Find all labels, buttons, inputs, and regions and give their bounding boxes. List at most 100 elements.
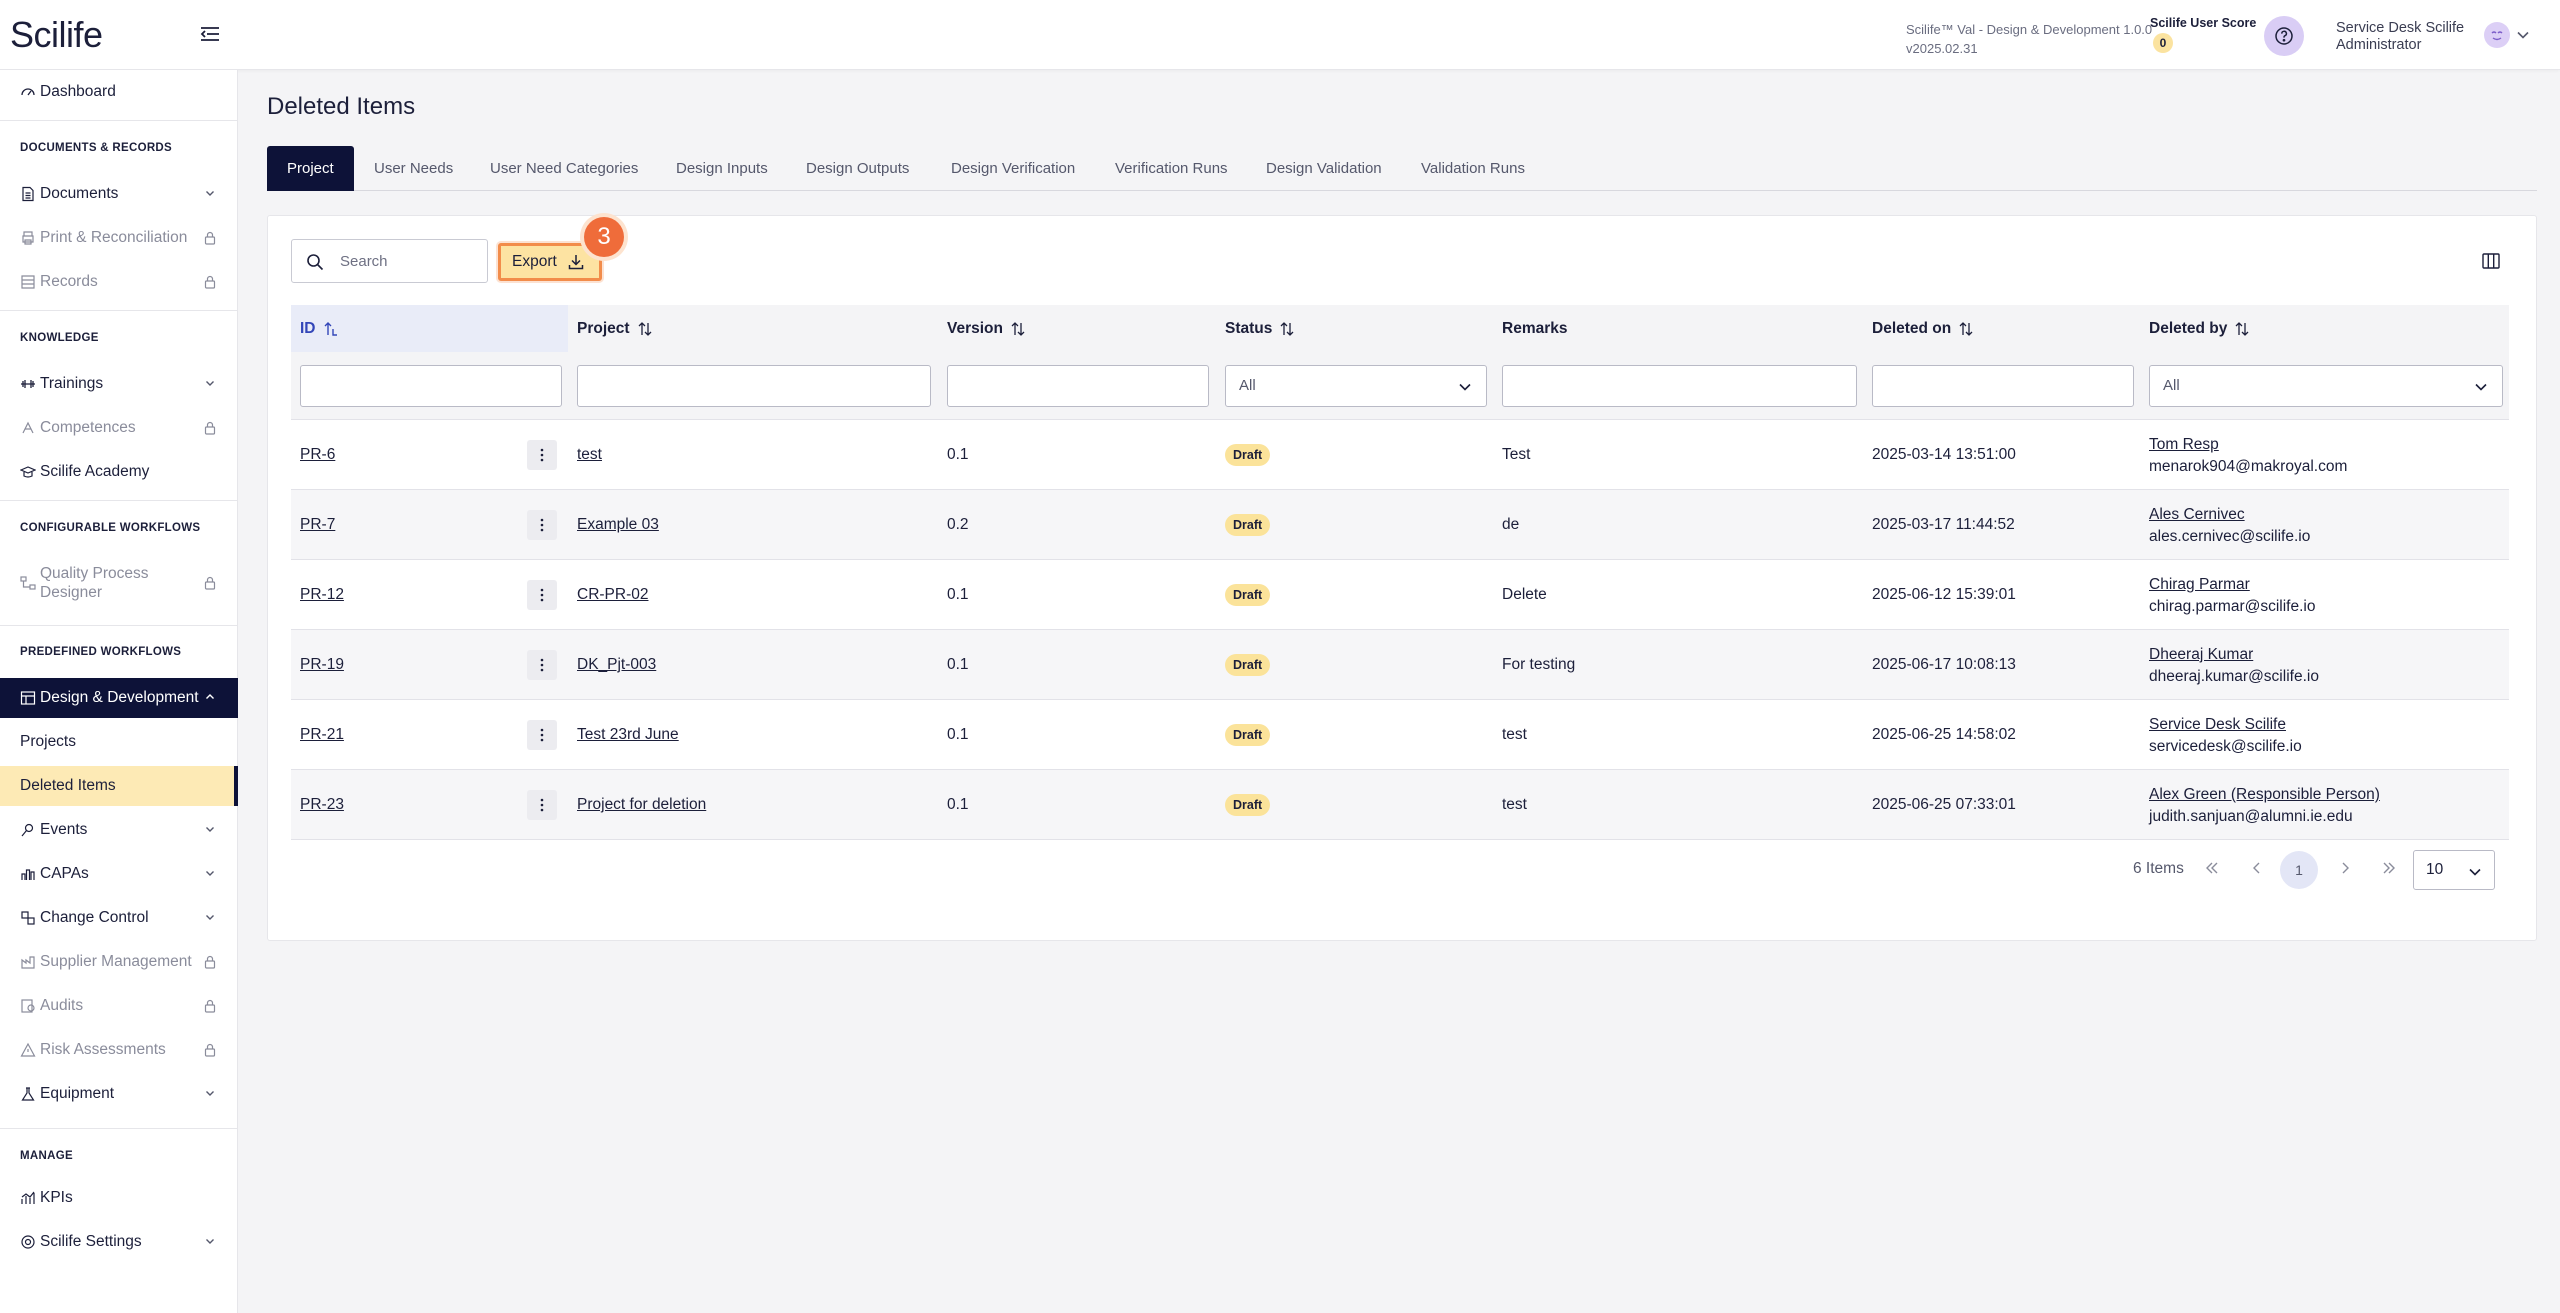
sidebar-item-design-development[interactable]: Design & Development: [0, 678, 238, 718]
filter-remarks-input[interactable]: [1502, 365, 1857, 407]
sidebar-item-deleted-items[interactable]: Deleted Items: [0, 766, 238, 806]
sidebar-item-events[interactable]: Events: [0, 810, 238, 850]
row-deleted-by: Chirag Parmar chirag.parmar@scilife.io: [2149, 574, 2315, 618]
row-id-link[interactable]: PR-12: [300, 560, 344, 630]
sidebar-item-audits[interactable]: Audits: [0, 986, 238, 1026]
chevron-down-icon: [206, 1091, 214, 1096]
sidebar-item-supplier-management[interactable]: Supplier Management: [0, 942, 238, 982]
tab-user-needs[interactable]: User Needs: [374, 146, 453, 191]
user-menu[interactable]: Service Desk Scilife Administrator: [2336, 20, 2464, 54]
row-id-link[interactable]: PR-19: [300, 630, 344, 700]
filter-id-input[interactable]: [300, 365, 562, 407]
tab-design-validation[interactable]: Design Validation: [1266, 146, 1382, 191]
tab-validation-runs[interactable]: Validation Runs: [1421, 146, 1525, 191]
deleted-by-name-link[interactable]: Dheeraj Kumar: [2149, 644, 2319, 666]
tab-verification-runs[interactable]: Verification Runs: [1115, 146, 1228, 191]
column-header-version[interactable]: Version: [947, 320, 1026, 338]
sidebar-item-equipment[interactable]: Equipment: [0, 1074, 238, 1114]
tab-design-inputs[interactable]: Design Inputs: [676, 146, 768, 191]
chevron-down-icon[interactable]: [2516, 28, 2530, 42]
tab-user-need-categories[interactable]: User Need Categories: [490, 146, 638, 191]
help-button[interactable]: [2264, 16, 2304, 56]
design-icon: [20, 691, 36, 705]
status-badge: Draft: [1225, 794, 1271, 816]
tab-project[interactable]: Project: [267, 146, 354, 191]
sidebar-item-documents[interactable]: Documents: [0, 174, 238, 214]
chevron-down-icon: [206, 871, 214, 876]
table-row: PR-19 DK_Pjt-003 0.1 Draft For testing 2…: [291, 630, 2509, 700]
filter-project-input[interactable]: [577, 365, 931, 407]
column-header-deleted-on[interactable]: Deleted on: [1872, 320, 1974, 338]
prev-page-icon[interactable]: [2249, 860, 2265, 876]
deleted-by-name-link[interactable]: Chirag Parmar: [2149, 574, 2315, 596]
sidebar-item-capas[interactable]: CAPAs: [0, 854, 238, 894]
filter-deleted-on-input[interactable]: [1872, 365, 2134, 407]
sidebar-item-risk-assessments[interactable]: Risk Assessments: [0, 1030, 238, 1070]
sidebar-item-trainings[interactable]: Trainings: [0, 364, 238, 404]
tab-design-verification[interactable]: Design Verification: [951, 146, 1075, 191]
sidebar-item-competences[interactable]: Competences: [0, 408, 238, 448]
sidebar-item-projects[interactable]: Projects: [0, 722, 238, 762]
column-header-project[interactable]: Project: [577, 320, 653, 338]
sort-icon: [638, 322, 652, 336]
row-actions-button[interactable]: [527, 440, 557, 470]
top-bar: Scilife Scilife™ Val - Design & Developm…: [0, 0, 2560, 70]
column-label: Version: [947, 320, 1003, 337]
avatar-icon[interactable]: [2484, 22, 2510, 48]
row-project-link[interactable]: Project for deletion: [577, 770, 706, 840]
deleted-by-name-link[interactable]: Alex Green (Responsible Person): [2149, 784, 2380, 806]
competence-icon: [22, 421, 34, 434]
sidebar-item-kpis[interactable]: KPIs: [0, 1178, 238, 1218]
column-header-status[interactable]: Status: [1225, 320, 1295, 338]
row-project-link[interactable]: Example 03: [577, 490, 659, 560]
row-deleted-on: 2025-06-12 15:39:01: [1872, 586, 2016, 603]
filter-deleted-by-value: All: [2163, 377, 2180, 394]
row-project-link[interactable]: DK_Pjt-003: [577, 630, 656, 700]
row-id-link[interactable]: PR-6: [300, 420, 335, 490]
row-actions-button[interactable]: [527, 510, 557, 540]
sidebar-item-change-control[interactable]: Change Control: [0, 898, 238, 938]
row-id-link[interactable]: PR-23: [300, 770, 344, 840]
user-role: Administrator: [2336, 37, 2422, 53]
first-page-icon[interactable]: [2204, 860, 2220, 876]
row-project-link[interactable]: Test 23rd June: [577, 700, 679, 770]
sidebar-item-scilife-academy[interactable]: Scilife Academy: [0, 452, 238, 492]
sidebar-item-dashboard[interactable]: Dashboard: [0, 72, 238, 112]
last-page-icon[interactable]: [2381, 860, 2397, 876]
row-actions-button[interactable]: [527, 790, 557, 820]
deleted-by-name-link[interactable]: Ales Cernivec: [2149, 504, 2310, 526]
deleted-by-name-link[interactable]: Service Desk Scilife: [2149, 714, 2302, 736]
columns-icon[interactable]: [2481, 251, 2501, 271]
menu-collapse-icon[interactable]: [198, 22, 222, 46]
divider: [0, 120, 238, 121]
tab-design-outputs[interactable]: Design Outputs: [806, 146, 909, 191]
column-header-deleted-by[interactable]: Deleted by: [2149, 320, 2250, 338]
row-id-link[interactable]: PR-21: [300, 700, 344, 770]
row-id-link[interactable]: PR-7: [300, 490, 335, 560]
filter-deleted-by-select[interactable]: All: [2149, 365, 2503, 407]
sort-icon: [1011, 322, 1025, 336]
sidebar-item-records[interactable]: Records: [0, 262, 238, 302]
sidebar-item-label: Scilife Academy: [40, 463, 150, 480]
page-1-button[interactable]: 1: [2280, 851, 2318, 889]
row-project-link[interactable]: test: [577, 420, 602, 490]
sidebar-item-scilife-settings[interactable]: Scilife Settings: [0, 1222, 238, 1262]
deleted-by-name-link[interactable]: Tom Resp: [2149, 434, 2347, 456]
column-header-id[interactable]: ID: [300, 320, 339, 338]
scilife-logo[interactable]: Scilife: [10, 14, 103, 56]
export-button[interactable]: Export: [498, 243, 602, 281]
row-project-link[interactable]: CR-PR-02: [577, 560, 648, 630]
sidebar-item-print-reconciliation[interactable]: Print & Reconciliation: [0, 218, 238, 258]
search-box[interactable]: [291, 239, 488, 283]
next-page-icon[interactable]: [2337, 860, 2353, 876]
row-actions-button[interactable]: [527, 720, 557, 750]
search-input[interactable]: [340, 240, 480, 282]
section-heading: DOCUMENTS & RECORDS: [20, 142, 173, 154]
page-size-select[interactable]: 10: [2413, 850, 2495, 890]
filter-version-input[interactable]: [947, 365, 1209, 407]
row-actions-button[interactable]: [527, 650, 557, 680]
dashboard-icon: [21, 88, 35, 96]
sidebar-item-quality-process-designer[interactable]: Quality Process Designer: [0, 560, 238, 606]
filter-status-select[interactable]: All: [1225, 365, 1487, 407]
row-actions-button[interactable]: [527, 580, 557, 610]
